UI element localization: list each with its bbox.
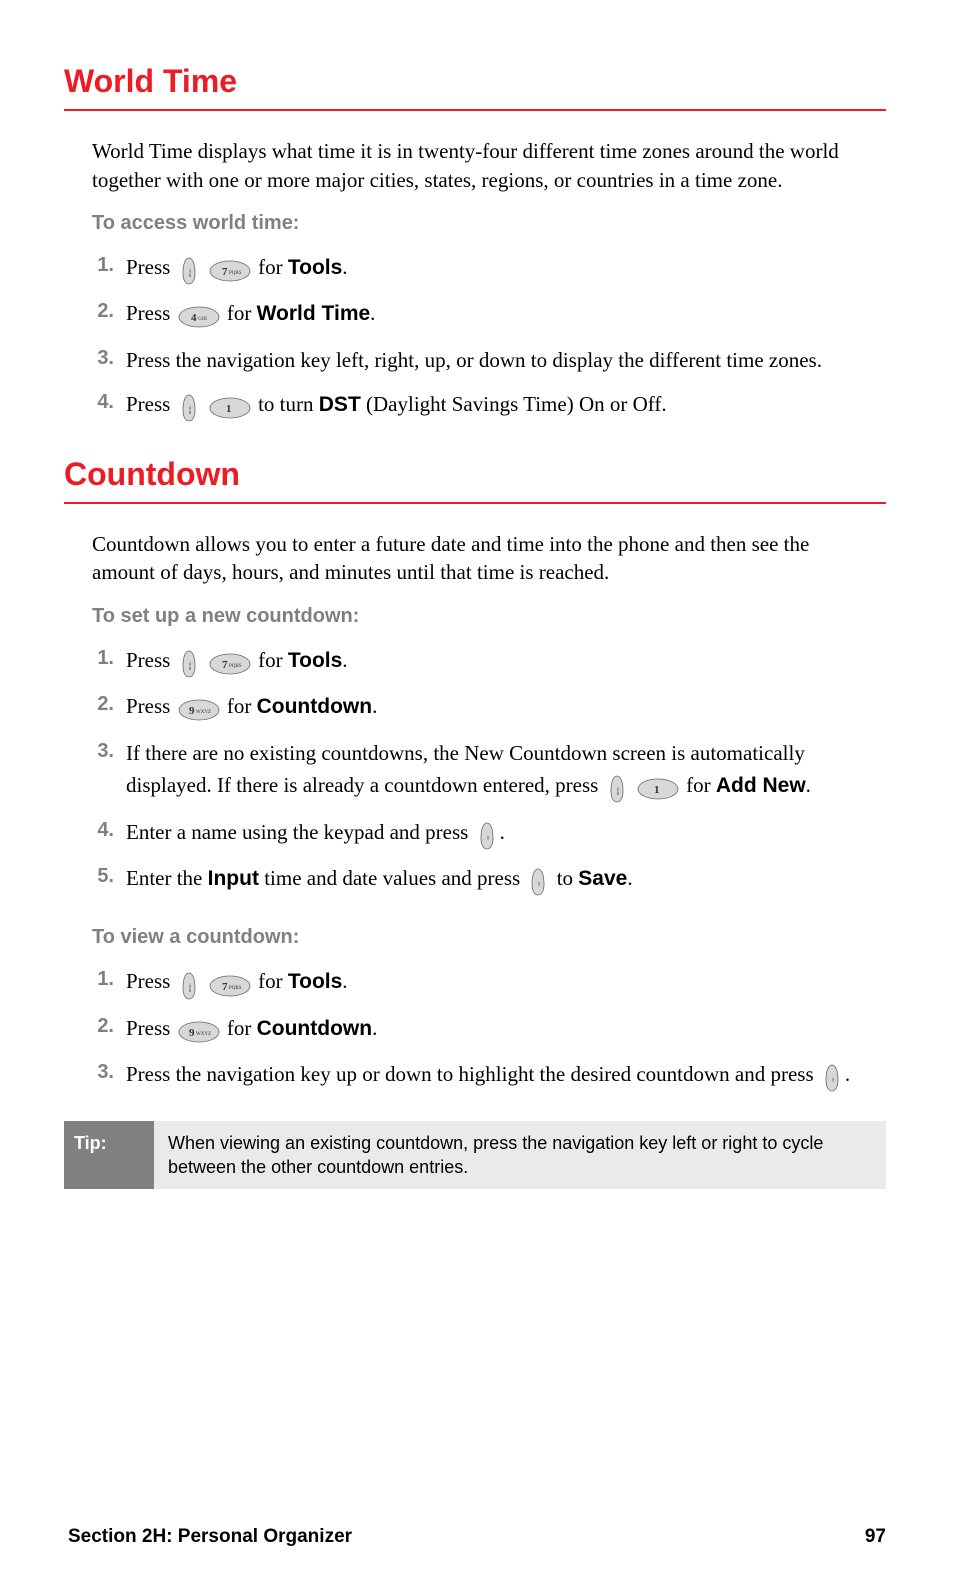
svg-text:7: 7 [222, 266, 228, 278]
step-num: 4. [92, 388, 126, 416]
steps-world-time: 1. Press MENU 7PQRS for Tools. 2. Press … [92, 251, 876, 423]
step-body: Press the navigation key up or down to h… [126, 1058, 876, 1092]
svg-text:1: 1 [226, 403, 232, 415]
subhead-access-world-time: To access world time: [92, 210, 886, 237]
svg-text:WXYZ: WXYZ [196, 710, 211, 715]
step-num: 4. [92, 816, 126, 844]
step-num: 3. [92, 344, 126, 372]
step-num: 2. [92, 297, 126, 325]
svg-text:MENU: MENU [616, 786, 620, 796]
key-1-icon: 1 [208, 390, 252, 423]
footer-section: Section 2H: Personal Organizer [68, 1524, 352, 1550]
svg-text:7: 7 [222, 659, 228, 671]
key-1-icon: 1 [636, 771, 680, 804]
ok-key-icon: OK [820, 1060, 844, 1093]
menu-key-icon: MENU [177, 967, 201, 1000]
tip-text: When viewing an existing countdown, pres… [154, 1121, 886, 1190]
tip-label: Tip: [64, 1121, 154, 1190]
intro-countdown: Countdown allows you to enter a future d… [92, 530, 876, 587]
svg-text:GHI: GHI [198, 317, 207, 322]
svg-text:WXYZ: WXYZ [196, 1032, 211, 1037]
step-num: 1. [92, 644, 126, 672]
subhead-view-countdown: To view a countdown: [92, 924, 886, 951]
section-heading-world-time: World Time [64, 60, 886, 103]
step-body: Press MENU 7PQRS for Tools. [126, 965, 876, 999]
step-body: Press MENU 7PQRS for Tools. [126, 251, 876, 285]
step-body: Enter the Input time and date values and… [126, 862, 876, 896]
footer-page-number: 97 [865, 1524, 886, 1550]
key-9-icon: 9WXYZ [177, 692, 221, 725]
menu-key-icon: MENU [177, 253, 201, 286]
svg-text:MENU: MENU [188, 405, 192, 415]
intro-world-time: World Time displays what time it is in t… [92, 137, 876, 194]
svg-text:PQRS: PQRS [229, 986, 242, 991]
step-body: Enter a name using the keypad and press … [126, 816, 876, 850]
step-body: Press the navigation key left, right, up… [126, 344, 876, 377]
page-footer: Section 2H: Personal Organizer 97 [68, 1524, 886, 1550]
svg-text:7: 7 [222, 981, 228, 993]
svg-text:PQRS: PQRS [229, 664, 242, 669]
step-num: 2. [92, 1012, 126, 1040]
step-body: Press MENU 7PQRS for Tools. [126, 644, 876, 678]
key-7-icon: 7PQRS [208, 646, 252, 679]
heading-rule [64, 502, 886, 504]
step-num: 1. [92, 965, 126, 993]
svg-text:1: 1 [654, 784, 660, 796]
step-body: Press 9WXYZ for Countdown. [126, 1012, 876, 1046]
key-9-icon: 9WXYZ [177, 1014, 221, 1047]
step-num: 1. [92, 251, 126, 279]
menu-key-icon: MENU [605, 771, 629, 804]
svg-text:MENU: MENU [188, 661, 192, 671]
menu-key-icon: MENU [177, 390, 201, 423]
step-num: 5. [92, 862, 126, 890]
key-4-icon: 4GHI [177, 299, 221, 332]
svg-text:9: 9 [189, 1027, 195, 1039]
subhead-setup-countdown: To set up a new countdown: [92, 603, 886, 630]
steps-setup-countdown: 1. Press MENU 7PQRS for Tools. 2. Press … [92, 644, 876, 897]
ok-key-icon: OK [526, 864, 550, 897]
svg-text:4: 4 [191, 312, 197, 324]
section-heading-countdown: Countdown [64, 453, 886, 496]
key-7-icon: 7PQRS [208, 253, 252, 286]
svg-text:9: 9 [189, 705, 195, 717]
ok-key-icon: OK [475, 817, 499, 850]
tip-box: Tip: When viewing an existing countdown,… [64, 1121, 886, 1190]
step-num: 3. [92, 1058, 126, 1086]
step-body: Press 9WXYZ for Countdown. [126, 690, 876, 724]
step-body: If there are no existing countdowns, the… [126, 737, 876, 804]
step-body: Press 4GHI for World Time. [126, 297, 876, 331]
heading-rule [64, 109, 886, 111]
step-num: 3. [92, 737, 126, 765]
step-body: Press MENU 1 to turn DST (Daylight Savin… [126, 388, 876, 422]
step-num: 2. [92, 690, 126, 718]
svg-text:MENU: MENU [188, 268, 192, 278]
menu-key-icon: MENU [177, 646, 201, 679]
key-7-icon: 7PQRS [208, 967, 252, 1000]
svg-text:PQRS: PQRS [229, 271, 242, 276]
steps-view-countdown: 1. Press MENU 7PQRS for Tools. 2. Press … [92, 965, 876, 1092]
svg-text:MENU: MENU [188, 982, 192, 992]
